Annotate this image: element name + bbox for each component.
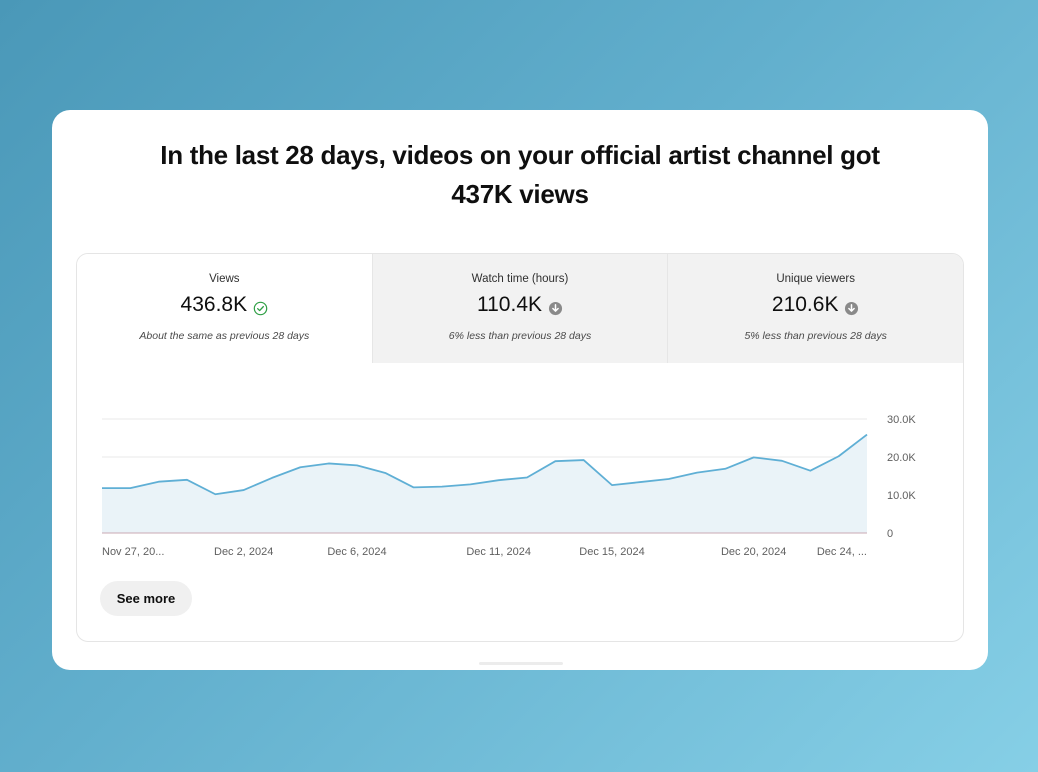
headline: In the last 28 days, videos on your offi… [52, 136, 988, 214]
drag-handle [479, 662, 563, 665]
y-tick-label: 30.0K [887, 414, 916, 426]
tab-note: 5% less than previous 28 days [744, 330, 887, 342]
x-tick-label: Dec 6, 2024 [327, 546, 386, 558]
chart-svg: 0 10.0K 20.0K 30.0K Nov 27, 20... Dec 2, 2024… [101, 414, 916, 558]
tab-value: 436.8K [180, 293, 248, 316]
see-more-button[interactable]: See more [100, 581, 192, 616]
arrow-down-circle-icon [548, 298, 563, 315]
x-tick-label: Dec 20, 2024 [721, 546, 786, 558]
y-tick-label: 0 [887, 528, 893, 540]
headline-line-1: In the last 28 days, videos on your offi… [160, 140, 880, 170]
tab-note: 6% less than previous 28 days [448, 330, 592, 342]
summary-card: In the last 28 days, videos on your offi… [52, 110, 988, 670]
tab-value: 210.6K [771, 293, 839, 316]
tab-note: About the same as previous 28 days [139, 330, 310, 342]
series-area [102, 434, 867, 533]
analytics-panel: Views 436.8K About the same as previous … [76, 253, 964, 642]
tab-views[interactable]: Views 436.8K About the same as previous … [77, 254, 373, 363]
y-tick-label: 10.0K [887, 490, 916, 502]
tab-value: 110.4K [477, 293, 542, 316]
x-tick-label: Dec 2, 2024 [214, 546, 273, 558]
tab-label: Watch time (hours) [471, 273, 569, 285]
headline-line-2: 437K views [451, 179, 589, 209]
x-tick-label: Dec 11, 2024 [466, 546, 531, 558]
tab-label: Unique viewers [776, 273, 855, 285]
tab-label: Views [209, 273, 240, 285]
y-tick-label: 20.0K [887, 452, 916, 464]
arrow-down-circle-icon [844, 298, 859, 315]
tab-watch-time[interactable]: Watch time (hours) 110.4K 6% less than p… [372, 254, 669, 363]
check-circle-icon [253, 298, 268, 315]
x-tick-label: Dec 15, 2024 [579, 546, 644, 558]
views-chart: 0 10.0K 20.0K 30.0K Nov 27, 20... Dec 2, 2024… [77, 363, 963, 563]
x-tick-label: Dec 24, ... [817, 546, 867, 558]
x-tick-label: Nov 27, 20... [102, 546, 164, 558]
metric-tabs: Views 436.8K About the same as previous … [77, 254, 963, 363]
tab-unique-viewers[interactable]: Unique viewers 210.6K 5% less than previ… [668, 254, 963, 363]
